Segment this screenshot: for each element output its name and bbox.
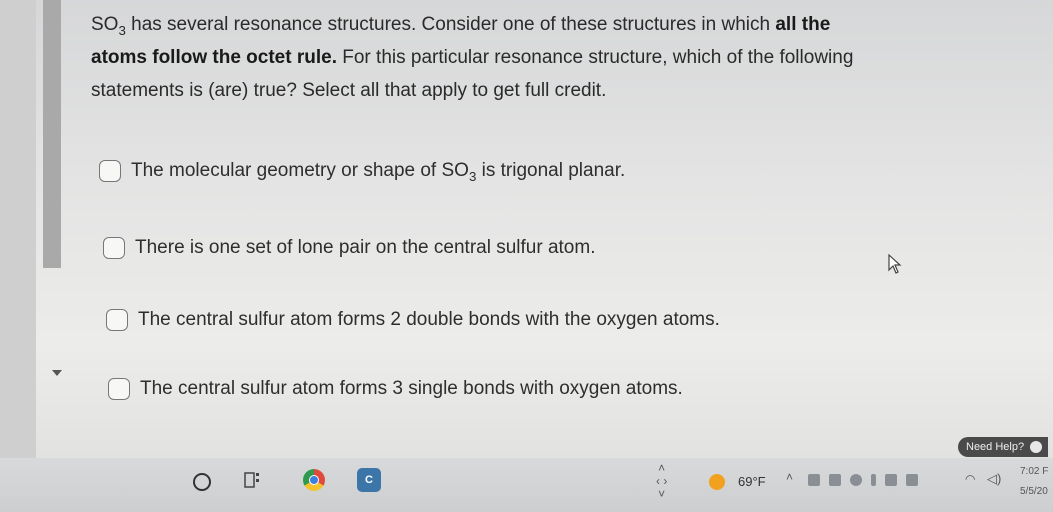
checkbox[interactable] [103,237,125,259]
tray-icon[interactable] [885,474,897,486]
wifi-icon[interactable]: ◠ [965,472,975,486]
weather-icon[interactable] [709,474,725,490]
tray-icon[interactable] [808,474,820,486]
app-icon[interactable]: C [357,468,381,492]
tray-expand-icon[interactable]: ˄ [786,470,793,484]
screen: SO3 has several resonance structures. Co… [0,0,1053,458]
option-4[interactable]: The central sulfur atom forms 3 single b… [108,378,683,400]
chevron-icon[interactable]: ˄ ‹ › ˅ [656,462,667,501]
option-label: The central sulfur atom forms 3 single b… [140,378,683,399]
volume-icon[interactable]: ◁) [987,471,1001,487]
clock[interactable]: 7:02 F 5/5/20 [1020,462,1048,502]
tray-icons [808,470,958,490]
scrollbar-thumb[interactable] [43,0,61,268]
scroll-down-arrow-icon[interactable] [52,370,62,376]
start-icon[interactable] [193,473,211,491]
option-label: The molecular geometry or shape of SO3 i… [131,160,626,184]
task-view-icon[interactable] [244,471,262,489]
chrome-icon[interactable] [303,469,325,491]
question-text: SO3 has several resonance structures. Co… [91,14,854,101]
time: 7:02 F [1020,466,1049,477]
tray-icon[interactable] [829,474,841,486]
need-help-button[interactable]: Need Help? [958,437,1048,457]
left-panel [0,0,36,458]
temperature[interactable]: 69°F [738,474,766,489]
checkbox[interactable] [99,160,121,182]
option-label: The central sulfur atom forms 2 double b… [138,309,720,330]
date: 5/5/20 [1020,486,1048,497]
help-toggle-icon [1030,441,1043,453]
need-help-label: Need Help? [966,441,1025,453]
mouse-cursor-icon [888,254,902,274]
taskbar: C ˄ ‹ › ˅ 69°F ˄ ◠ ◁) 7:02 F 5/5/20 [0,458,1053,512]
option-2[interactable]: There is one set of lone pair on the cen… [103,237,595,259]
option-3[interactable]: The central sulfur atom forms 2 double b… [106,309,720,331]
tray-icon[interactable] [871,474,876,486]
tray-icon[interactable] [850,474,862,486]
option-label: There is one set of lone pair on the cen… [135,237,596,258]
battery-icon[interactable] [906,474,918,486]
option-1[interactable]: The molecular geometry or shape of SO3 i… [99,160,626,184]
checkbox[interactable] [108,378,130,400]
checkbox[interactable] [106,309,128,331]
